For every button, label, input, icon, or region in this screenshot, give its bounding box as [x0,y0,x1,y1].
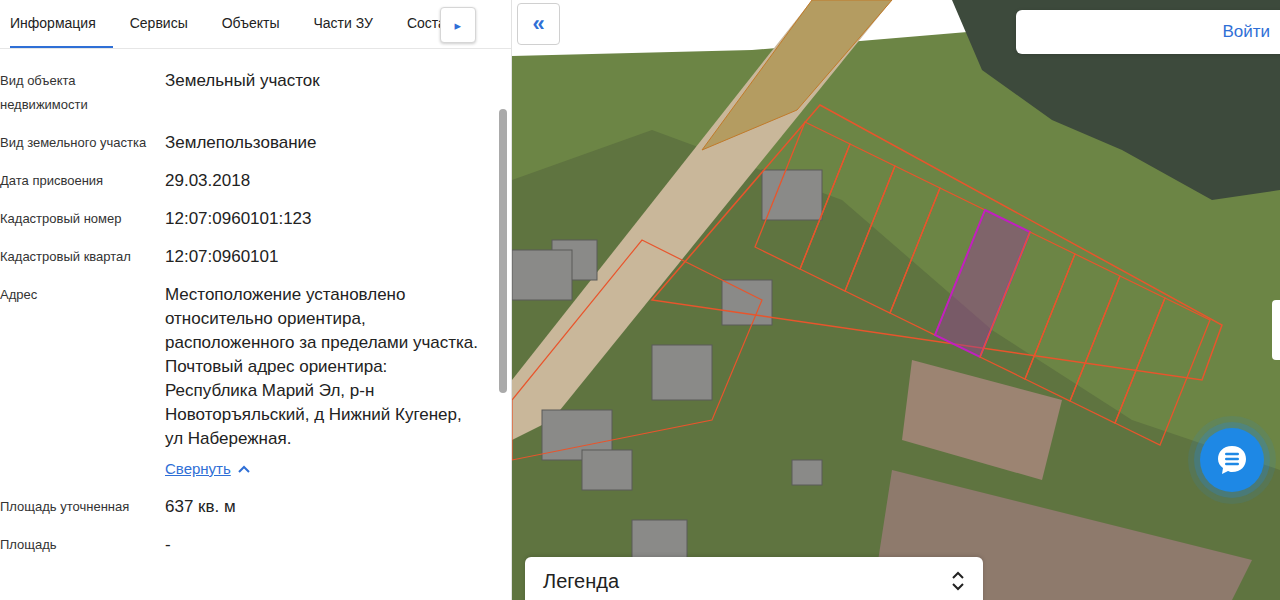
collapse-panel-button[interactable]: « [517,3,560,45]
field-label: Площадь уточненная [0,495,150,519]
info-row: Вид объекта недвижимости Земельный участо… [0,69,479,131]
info-row: Площадь- [0,533,479,571]
field-value: 637 кв. м [165,495,479,519]
field-value: Земельный участок [165,69,479,117]
login-box[interactable]: Войти [1016,10,1280,54]
tab-bar: ИнформацияСервисыОбъектыЧасти ЗУСоста▸ [0,0,511,49]
expand-icon[interactable] [951,570,965,592]
field-text: 12:07:0960101:123 [165,207,479,231]
satellite-image [512,0,1280,600]
tab[interactable]: Сервисы [130,0,205,48]
legend-title[interactable]: Легенда [543,570,619,593]
field-text: 637 кв. м [165,495,479,519]
info-row: Дата присвоения 29.03.2018 [0,169,479,207]
field-label: Кадастровый квартал [0,245,150,269]
field-value: - [165,533,479,557]
map[interactable]: « Войти Легенда [512,0,1280,600]
field-value: Землепользование [165,131,479,155]
side-tab[interactable] [1272,300,1280,360]
info-row: Вид земельного участка Землепользование [0,131,479,169]
field-label: Дата присвоения [0,169,150,193]
field-text: Землепользование [165,131,479,155]
field-value: Местоположение установлено относительно … [165,283,479,481]
field-text: 29.03.2018 [165,169,479,193]
field-text: 12:07:0960101 [165,245,479,269]
tab[interactable]: Объекты [222,0,297,48]
collapse-link[interactable]: Свернуть [165,457,251,481]
field-label: Вид объекта недвижимости [0,69,150,117]
field-text: - [165,533,479,557]
field-text: Земельный участок [165,69,479,93]
field-label: Площадь [0,533,150,557]
tab[interactable]: Части ЗУ [313,0,389,48]
field-label: Адрес [0,283,150,481]
tabs-scroll-button[interactable]: ▸ [440,7,476,43]
field-value: 12:07:0960101:123 [165,207,479,231]
field-label: Кадастровый номер [0,207,150,231]
info-row: Площадь уточненная 637 кв. м [0,495,479,533]
info-panel: ИнформацияСервисыОбъектыЧасти ЗУСоста▸ В… [0,0,512,600]
info-row: АдресМестоположение установлено относите… [0,283,479,495]
scrollbar[interactable] [499,49,507,600]
chat-icon[interactable] [1215,443,1249,477]
legend-panel[interactable]: Легенда [525,557,983,600]
tab[interactable]: Информация [10,0,113,48]
scroll-thumb[interactable] [499,109,507,393]
field-value: 29.03.2018 [165,169,479,193]
collapse-link-text[interactable]: Свернуть [165,457,231,481]
chevron-up-icon[interactable] [237,464,251,474]
field-value: 12:07:0960101 [165,245,479,269]
info-row: Кадастровый номер 12:07:0960101:123 [0,207,479,245]
chat-button[interactable] [1200,428,1264,492]
field-text: Местоположение установлено относительно … [165,283,479,451]
field-label: Вид земельного участка [0,131,150,155]
info-row: Кадастровый квартал 12:07:0960101 [0,245,479,283]
login-button[interactable]: Войти [1222,22,1270,42]
info-list: Вид объекта недвижимости Земельный участо… [0,49,499,600]
